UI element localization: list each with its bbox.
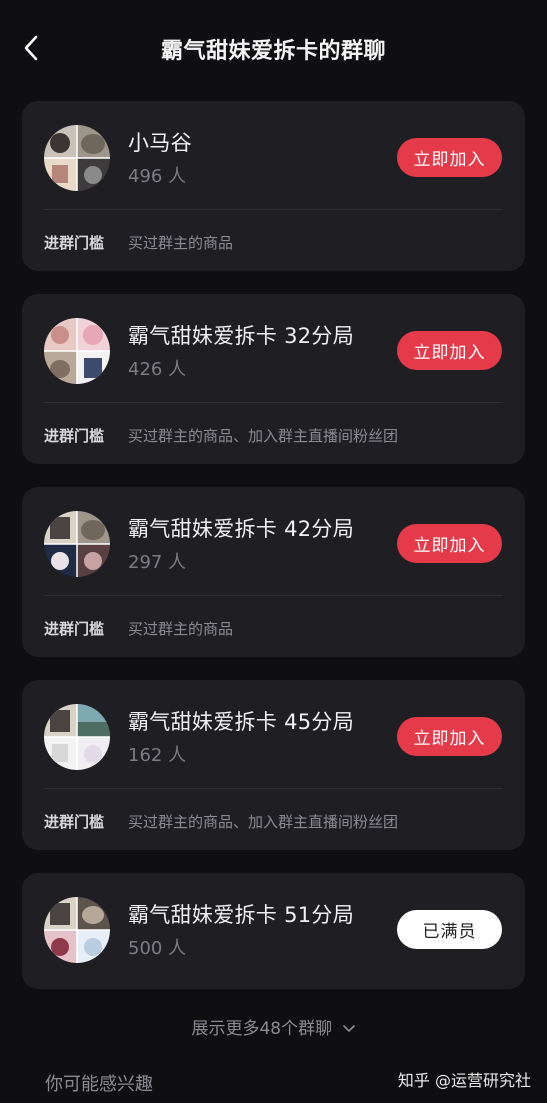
divider	[44, 209, 503, 210]
join-button[interactable]: 立即加入	[397, 138, 502, 177]
join-button[interactable]: 立即加入	[397, 717, 502, 756]
group-name: 霸气甜妹爱拆卡 42分局	[128, 517, 354, 541]
group-name: 霸气甜妹爱拆卡 45分局	[128, 710, 354, 734]
chevron-down-icon	[342, 1019, 356, 1039]
group-avatar	[44, 897, 110, 963]
threshold-label: 进群门槛	[44, 427, 105, 445]
group-avatar	[44, 704, 110, 770]
watermark: 知乎 @运营研究社	[397, 1071, 531, 1090]
member-count: 426 人	[128, 359, 187, 380]
group-card[interactable]: 小马谷 496 人 立即加入 进群门槛 买过群主的商品	[22, 101, 525, 271]
threshold-value: 买过群主的商品	[128, 234, 234, 252]
join-button[interactable]: 立即加入	[397, 524, 502, 563]
show-more-link[interactable]: 展示更多48个群聊	[0, 1014, 547, 1039]
group-card[interactable]: 霸气甜妹爱拆卡 42分局 297 人 立即加入 进群门槛 买过群主的商品	[22, 487, 525, 657]
threshold-value: 买过群主的商品、加入群主直播间粉丝团	[128, 427, 399, 445]
header: 霸气甜妹爱拆卡的群聊	[0, 0, 547, 100]
group-avatar	[44, 125, 110, 191]
divider	[44, 595, 503, 596]
threshold-value: 买过群主的商品	[128, 620, 234, 638]
group-name: 小马谷	[128, 131, 192, 155]
page-title: 霸气甜妹爱拆卡的群聊	[160, 39, 386, 64]
member-count: 162 人	[128, 745, 187, 766]
threshold-label: 进群门槛	[44, 234, 105, 252]
divider	[44, 402, 503, 403]
join-button[interactable]: 立即加入	[397, 331, 502, 370]
group-name: 霸气甜妹爱拆卡 51分局	[128, 903, 354, 927]
group-name: 霸气甜妹爱拆卡 32分局	[128, 324, 354, 348]
show-more-label: 展示更多48个群聊	[191, 1019, 333, 1039]
group-card[interactable]: 霸气甜妹爱拆卡 45分局 162 人 立即加入 进群门槛 买过群主的商品、加入群…	[22, 680, 525, 850]
member-count: 496 人	[128, 166, 187, 187]
threshold-value: 买过群主的商品、加入群主直播间粉丝团	[128, 813, 399, 831]
member-count: 297 人	[128, 552, 187, 573]
divider	[44, 788, 503, 789]
group-avatar	[44, 511, 110, 577]
section-heading: 你可能感兴趣	[45, 1074, 153, 1095]
full-status-button[interactable]: 已满员	[397, 910, 502, 949]
member-count: 500 人	[128, 938, 187, 959]
threshold-label: 进群门槛	[44, 620, 105, 638]
threshold-label: 进群门槛	[44, 813, 105, 831]
group-card[interactable]: 霸气甜妹爱拆卡 32分局 426 人 立即加入 进群门槛 买过群主的商品、加入群…	[22, 294, 525, 464]
group-card[interactable]: 霸气甜妹爱拆卡 51分局 500 人 已满员	[22, 873, 525, 989]
group-avatar	[44, 318, 110, 384]
